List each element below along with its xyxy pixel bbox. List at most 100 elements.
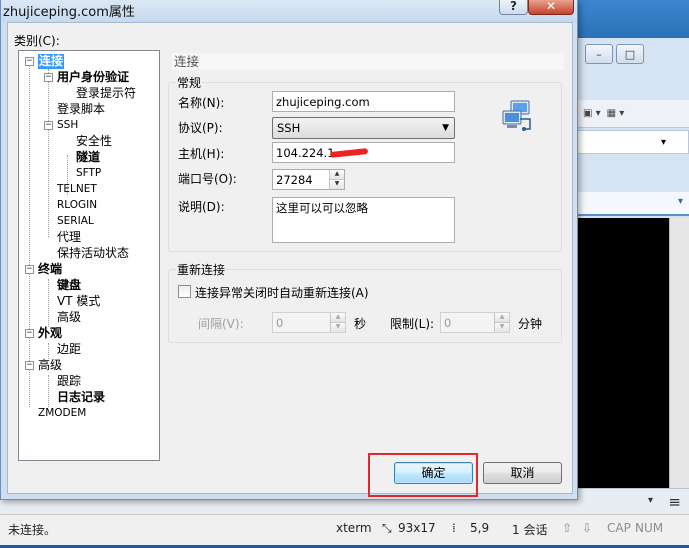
tree-connector [48, 69, 49, 237]
tree-item-zmodem[interactable]: ZMODEM [38, 406, 86, 421]
down-arrow-icon: ⇩ [582, 521, 593, 535]
tree-item-login-script[interactable]: 登录脚本 [57, 102, 105, 117]
port-value: 27284 [276, 173, 313, 187]
main-window-controls: – □ [585, 44, 644, 64]
dialog-body: 类别(C): − 连接 − 用户身份验证 登录提示符 登录脚本 − SSH 安全… [7, 22, 573, 497]
cursor-icon: ⁞ [452, 521, 456, 535]
status-bar: 未连接。 xterm ⤡ 93x17 ⁞ 5,9 1 会话 ⇧ ⇩ CAP NU… [0, 514, 689, 548]
dialog-titlebar[interactable]: zhujiceping.com属性 ? ✕ [1, 0, 577, 22]
tree-item-connection[interactable]: 连接 [38, 54, 65, 69]
collapse-toggle-icon[interactable]: − [44, 121, 53, 130]
status-caps: CAP [607, 521, 631, 535]
tree-item-terminal[interactable]: 终端 [38, 262, 62, 277]
limit-value: 0 [444, 316, 452, 330]
collapse-toggle-icon[interactable]: − [44, 73, 53, 82]
session-properties-dialog: zhujiceping.com属性 ? ✕ 类别(C): − 连接 − 用户身份… [0, 0, 578, 500]
tree-item-terminal-advanced[interactable]: 高级 [57, 310, 81, 325]
port-input[interactable]: 27284 ▲ ▼ [272, 169, 345, 190]
tree-item-appearance[interactable]: 外观 [38, 326, 62, 341]
description-textarea[interactable]: 这里可以可以忽略 [272, 197, 455, 243]
tree-item-ssh[interactable]: SSH [57, 118, 78, 133]
tree-item-trace[interactable]: 跟踪 [57, 374, 81, 389]
tab-arrow-icon[interactable]: ▾ [678, 196, 683, 207]
status-connection: 未连接。 [8, 523, 57, 537]
tree-item-login-prompts[interactable]: 登录提示符 [76, 86, 136, 101]
desktop-background [575, 0, 689, 40]
interval-unit: 秒 [354, 317, 367, 331]
port-label: 端口号(O): [178, 172, 237, 186]
chevron-down-icon: ▼ [442, 123, 449, 133]
description-label: 说明(D): [178, 200, 225, 214]
collapse-toggle-icon[interactable]: − [25, 361, 34, 370]
cancel-button[interactable]: 取消 [483, 462, 562, 484]
interval-input[interactable]: 0 ▲ ▼ [272, 312, 346, 333]
terminal-scrollbar[interactable] [669, 218, 689, 488]
tree-connector [48, 375, 49, 407]
port-spinner[interactable]: ▲ ▼ [329, 170, 344, 189]
tree-item-keyboard[interactable]: 键盘 [57, 278, 81, 293]
auto-reconnect-label[interactable]: 连接异常关闭时自动重新连接(A) [195, 284, 369, 301]
limit-unit: 分钟 [518, 317, 543, 331]
general-group-legend: 常规 [176, 74, 203, 91]
menu-icon[interactable]: ≡ [668, 493, 681, 511]
status-size: 93x17 [398, 521, 436, 535]
name-label: 名称(N): [178, 96, 225, 110]
tree-item-rlogin[interactable]: RLOGIN [57, 198, 97, 213]
tree-item-telnet[interactable]: TELNET [57, 182, 97, 197]
name-input[interactable]: zhujiceping.com [272, 91, 455, 112]
limit-spinner[interactable]: ▲ ▼ [494, 313, 509, 332]
category-tree[interactable]: − 连接 − 用户身份验证 登录提示符 登录脚本 − SSH 安全性 隧道 SF… [18, 50, 160, 461]
status-terminal-type: xterm [336, 521, 372, 535]
tree-item-keep-alive[interactable]: 保持活动状态 [57, 246, 129, 261]
terminal-area[interactable] [575, 218, 669, 488]
spin-down-icon[interactable]: ▼ [495, 322, 509, 332]
tree-item-vt-mode[interactable]: VT 模式 [57, 294, 100, 309]
chevron-down-icon[interactable]: ▾ [648, 495, 653, 506]
auto-reconnect-checkbox[interactable] [178, 285, 191, 298]
tree-item-tunnel[interactable]: 隧道 [76, 150, 100, 165]
host-label: 主机(H): [178, 147, 225, 161]
interval-spinner[interactable]: ▲ ▼ [330, 313, 345, 332]
status-num: NUM [635, 521, 664, 535]
tree-item-logging[interactable]: 日志记录 [57, 390, 105, 405]
session-dropdown[interactable]: ▾ [575, 130, 689, 154]
protocol-label: 协议(P): [178, 121, 223, 135]
interval-value: 0 [276, 316, 284, 330]
protocol-value: SSH [277, 121, 301, 135]
protocol-select[interactable]: SSH ▼ [272, 117, 455, 139]
collapse-toggle-icon[interactable]: − [25, 329, 34, 338]
host-value: 104.224.1 [276, 146, 335, 160]
collapse-toggle-icon[interactable]: − [25, 57, 34, 66]
interval-label: 间隔(V): [198, 317, 244, 331]
main-toolbar: ▣ ▾ ▦ ▾ [575, 100, 689, 128]
up-arrow-icon: ⇧ [562, 521, 573, 535]
tree-item-advanced[interactable]: 高级 [38, 358, 62, 373]
resize-icon: ⤡ [382, 521, 392, 535]
tree-connector [48, 343, 49, 359]
tree-connector [29, 61, 30, 407]
tree-item-authentication[interactable]: 用户身份验证 [57, 70, 129, 85]
tree-item-serial[interactable]: SERIAL [57, 214, 94, 229]
toolbar-icon[interactable]: ▦ ▾ [607, 108, 625, 119]
tree-item-sftp[interactable]: SFTP [76, 166, 101, 181]
reconnect-group-legend: 重新连接 [176, 261, 227, 278]
status-sessions: 1 会话 [512, 523, 548, 537]
pane-title: 连接 [172, 53, 564, 70]
limit-input[interactable]: 0 ▲ ▼ [440, 312, 510, 333]
close-button[interactable]: ✕ [528, 0, 574, 15]
status-cursor: 5,9 [470, 521, 490, 535]
session-tab-strip[interactable]: ▾ [575, 192, 689, 216]
maximize-button[interactable]: □ [616, 44, 644, 64]
collapse-toggle-icon[interactable]: − [25, 265, 34, 274]
network-connection-icon [502, 100, 531, 131]
help-button[interactable]: ? [499, 0, 528, 15]
ok-button[interactable]: 确定 [394, 462, 473, 484]
spin-down-icon[interactable]: ▼ [331, 322, 345, 332]
toolbar-icon[interactable]: ▣ ▾ [583, 108, 601, 119]
minimize-button[interactable]: – [585, 44, 613, 64]
spin-down-icon[interactable]: ▼ [330, 179, 344, 189]
tree-item-margins[interactable]: 边距 [57, 342, 81, 357]
tree-item-security[interactable]: 安全性 [76, 134, 112, 149]
tree-item-proxy[interactable]: 代理 [57, 230, 81, 245]
limit-label: 限制(L): [390, 317, 435, 331]
